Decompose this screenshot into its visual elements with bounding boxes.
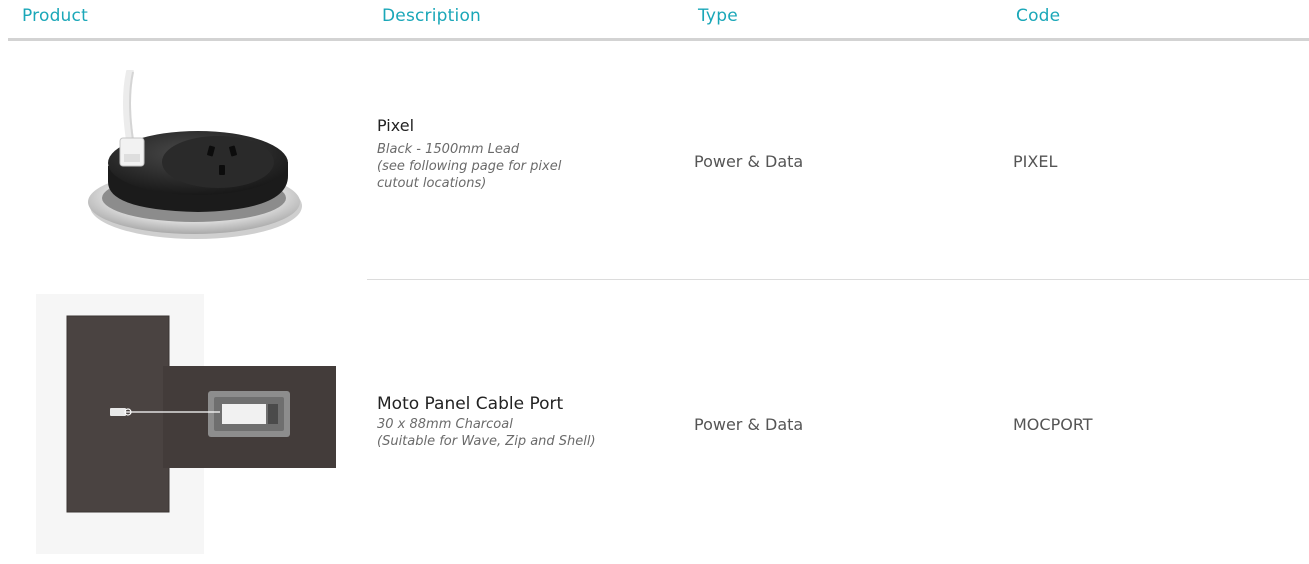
product-title: Pixel: [377, 116, 415, 135]
row-divider: [367, 279, 1309, 280]
product-detail-line: (see following page for pixel: [377, 159, 562, 174]
product-code: PIXEL: [1013, 152, 1058, 171]
moto-panel-cable-port-icon: [36, 294, 336, 554]
moto-panel-description: Moto Panel Cable Port 30 x 88mm Charcoal…: [377, 394, 596, 450]
product-detail-line: 30 x 88mm Charcoal: [377, 417, 513, 432]
product-detail-line: Black - 1500mm Lead: [377, 142, 520, 157]
product-type: Power & Data: [694, 415, 804, 434]
header-type: Type: [698, 6, 738, 26]
product-detail-line: (Suitable for Wave, Zip and Shell): [377, 434, 596, 449]
product-title: Moto Panel Cable Port: [377, 394, 564, 414]
header-product: Product: [22, 6, 88, 26]
product-type: Power & Data: [694, 152, 804, 171]
product-detail-line: cutout locations): [377, 176, 487, 191]
header-code: Code: [1016, 6, 1061, 26]
pixel-power-outlet-icon: [88, 70, 302, 239]
header-divider: [8, 38, 1309, 41]
header-description: Description: [382, 6, 482, 26]
pixel-description: Pixel Black - 1500mm Lead (see following…: [377, 116, 561, 192]
product-code: MOCPORT: [1013, 415, 1093, 434]
product-table: Product Description Type Code Pixel Blac…: [0, 0, 1309, 564]
